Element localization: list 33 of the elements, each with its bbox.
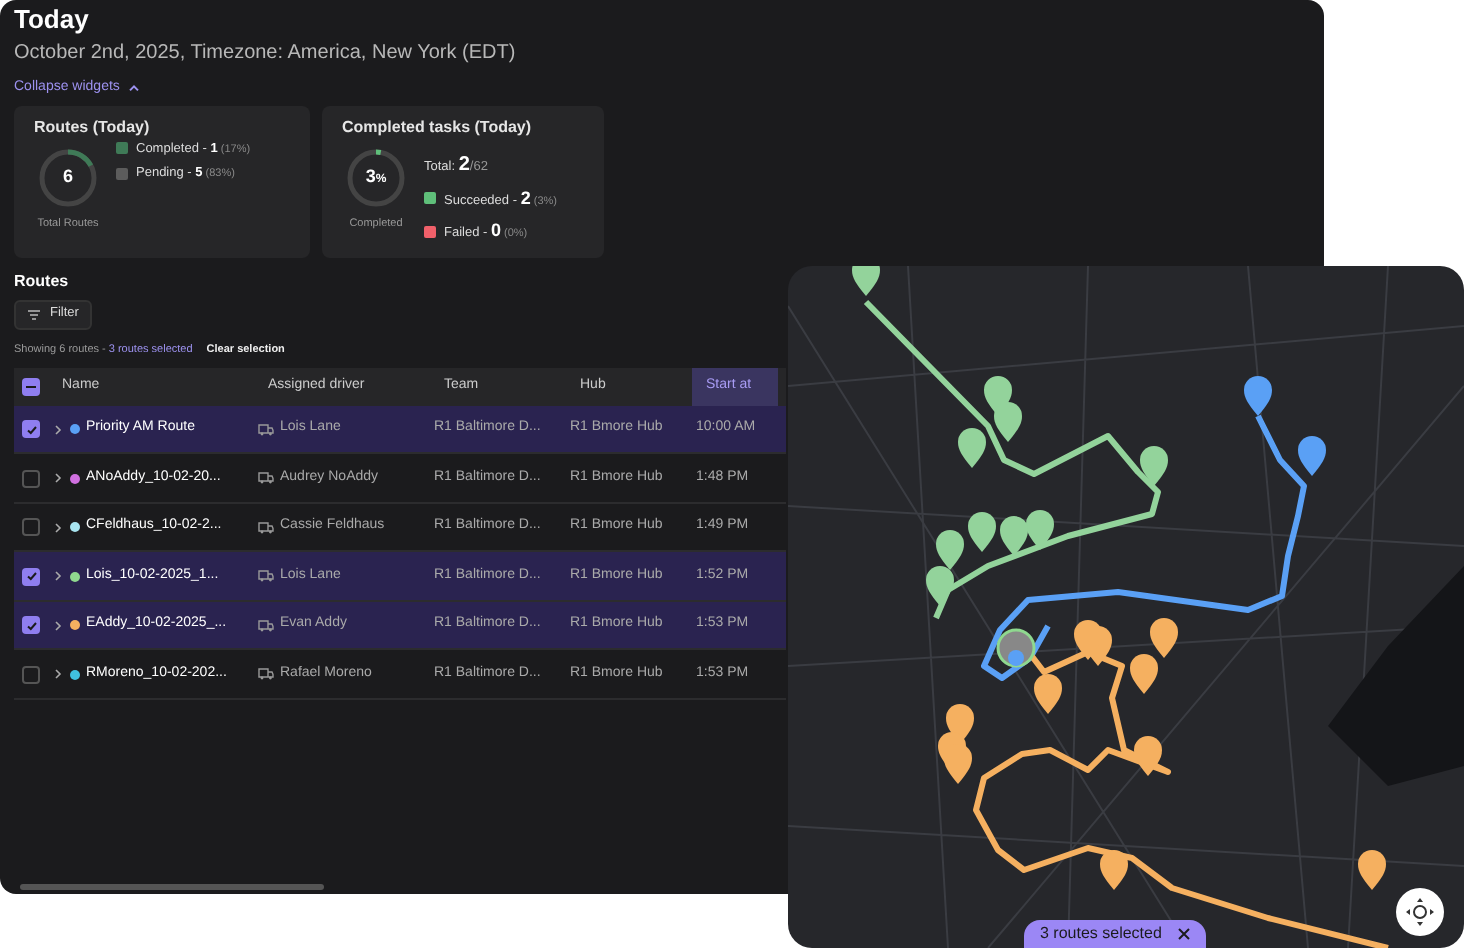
select-all-checkbox[interactable] xyxy=(22,377,40,396)
row-checkbox[interactable] xyxy=(22,665,40,683)
chevron-right-icon[interactable] xyxy=(54,521,62,533)
truck-icon xyxy=(258,570,274,582)
chevron-right-icon[interactable] xyxy=(54,423,62,435)
horizontal-scrollbar[interactable] xyxy=(20,884,324,890)
filter-icon xyxy=(28,309,40,319)
widget-title: Routes (Today) xyxy=(34,117,152,137)
ring-value: 6 xyxy=(62,163,73,190)
chevron-right-icon[interactable] xyxy=(54,619,62,631)
recenter-icon xyxy=(1406,898,1434,926)
depot-marker xyxy=(996,628,1036,668)
section-title: Routes xyxy=(14,271,71,291)
chevron-right-icon[interactable] xyxy=(54,570,62,582)
row-checkbox[interactable] xyxy=(22,420,40,438)
truck-icon xyxy=(258,472,274,484)
truck-icon xyxy=(258,619,274,631)
selection-chip-label: 3 routes selected xyxy=(1040,922,1162,946)
chevron-up-icon xyxy=(127,84,140,93)
truck-icon xyxy=(258,423,274,435)
chevron-right-icon[interactable] xyxy=(54,668,62,680)
chevron-right-icon[interactable] xyxy=(54,472,62,484)
page-subtitle: October 2nd, 2025, Timezone: America, New York (EDT) xyxy=(14,42,518,66)
truck-icon xyxy=(258,668,274,680)
page-title: Today xyxy=(14,4,91,36)
widget-title: Completed tasks (Today) xyxy=(342,117,534,137)
route-pins xyxy=(1244,376,1326,476)
row-checkbox[interactable] xyxy=(22,567,40,585)
row-checkbox[interactable] xyxy=(22,616,40,634)
row-checkbox[interactable] xyxy=(22,469,40,487)
close-button[interactable] xyxy=(1177,928,1190,940)
row-checkbox[interactable] xyxy=(22,518,40,536)
truck-icon xyxy=(258,521,274,533)
